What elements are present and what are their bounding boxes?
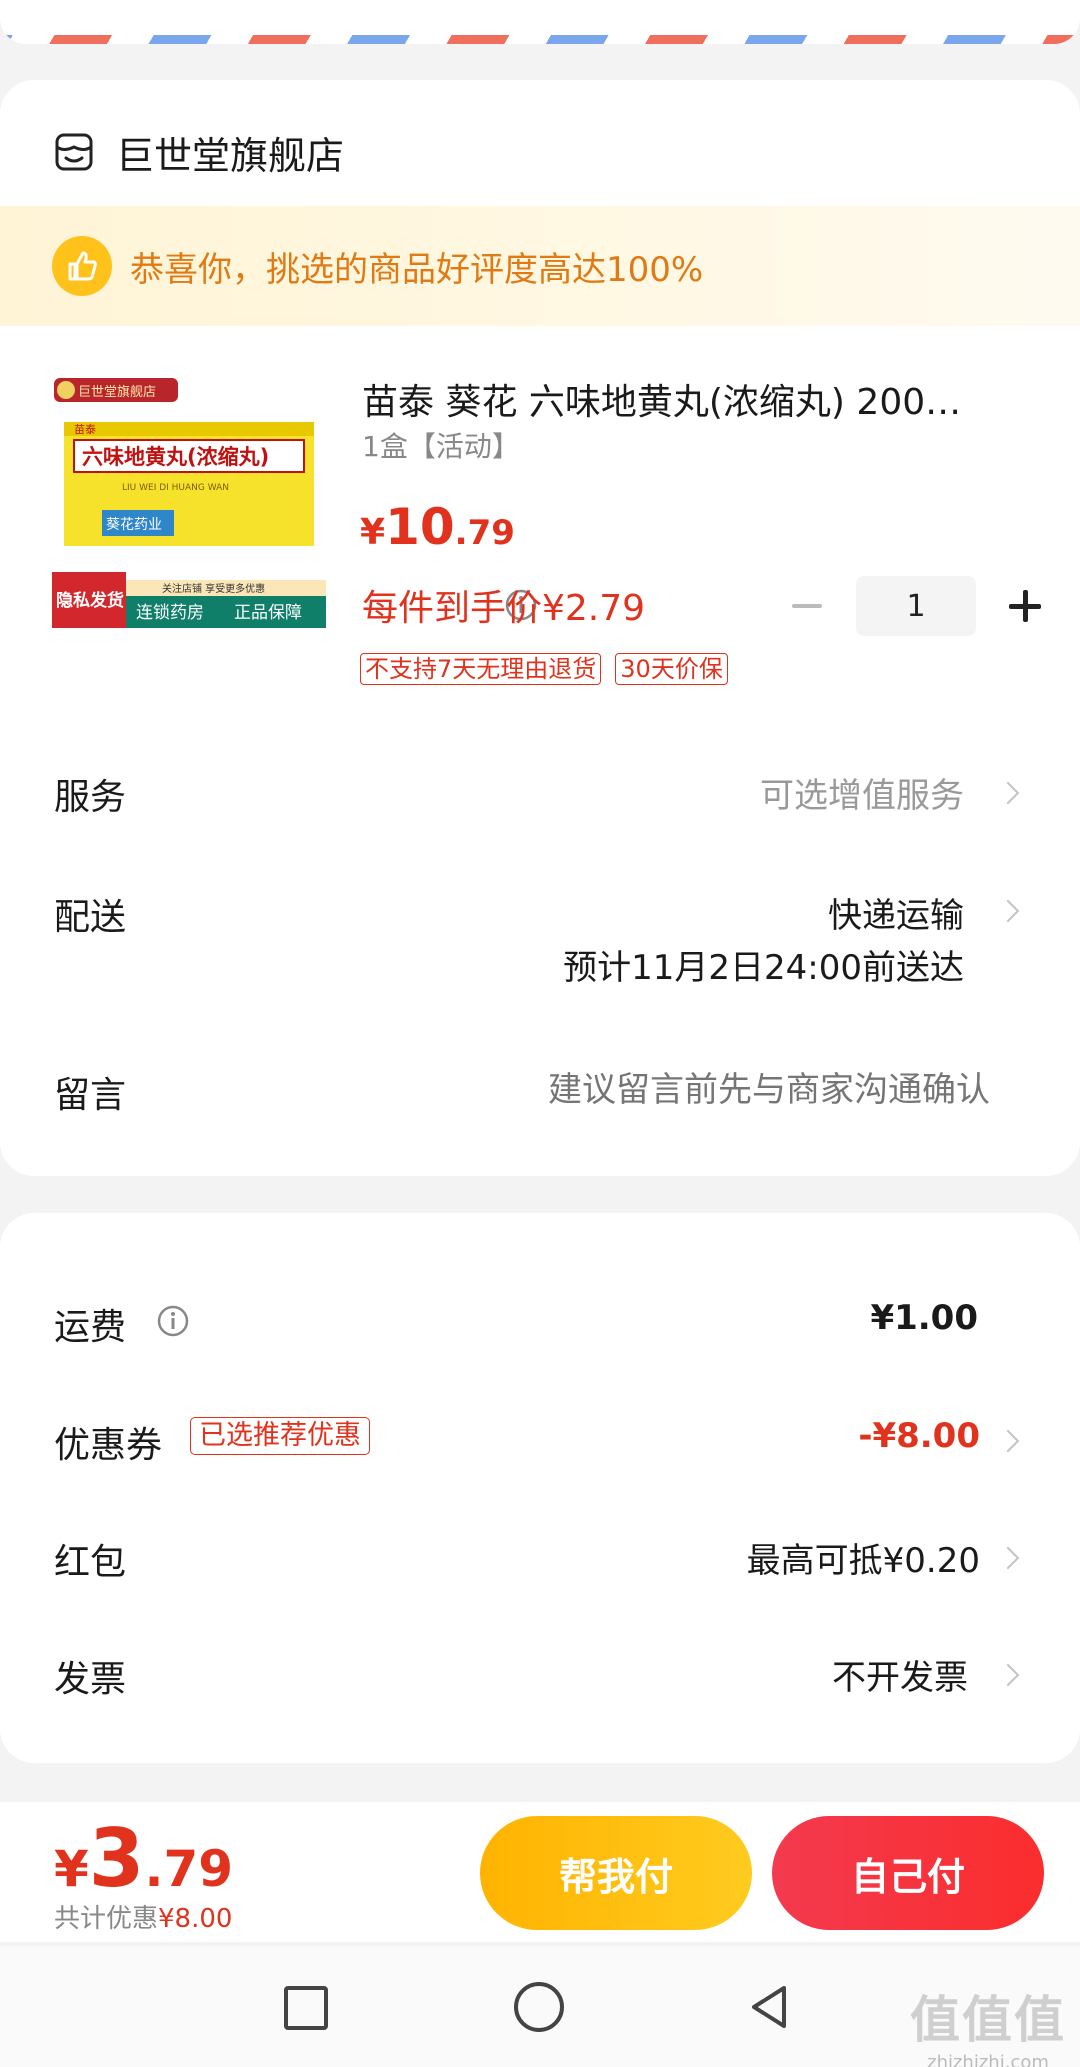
increase-button[interactable] [1000, 581, 1050, 631]
delivery-row[interactable]: 配送 快递运输 预计11月2日24:00前送达 [0, 878, 1080, 998]
praise-banner: 恭喜你，挑选的商品好评度高达100% [0, 206, 1080, 326]
order-item-card: 巨世堂旗舰店 恭喜你，挑选的商品好评度高达100% 巨世堂旗舰店 苗泰 六味地黄… [0, 80, 1080, 1176]
home-button[interactable] [514, 1982, 564, 2032]
back-button[interactable] [744, 1982, 794, 2032]
saved-label: 共计优惠 [54, 1904, 159, 1934]
message-row: 留言 [0, 1056, 1080, 1126]
quantity-stepper: 1 [782, 576, 1050, 636]
shop-header[interactable]: 巨世堂旗舰店 [54, 122, 344, 182]
shop-icon [55, 133, 93, 171]
airmail-stripe [0, 35, 1080, 44]
service-label: 服务 [54, 777, 127, 818]
product-image[interactable]: 巨世堂旗舰店 苗泰 六味地黄丸(浓缩丸) LIU WEI DI HUANG WA… [52, 370, 326, 644]
image-privacy: 隐私发货 [56, 590, 124, 611]
recent-apps-button[interactable] [284, 1986, 328, 2030]
watermark-logo: 值值值 [910, 1991, 1066, 2049]
image-box-maker: 葵花药业 [106, 517, 162, 533]
red-packet-row[interactable]: 红包 最高可抵¥0.20 [0, 1523, 1080, 1593]
chevron-right-icon [1004, 1428, 1018, 1454]
coupon-label: 优惠券 [54, 1425, 163, 1466]
shipping-info-icon[interactable] [156, 1304, 190, 1338]
chevron-right-icon [1004, 898, 1018, 924]
saved-amount: ¥8.00 [158, 1904, 233, 1934]
image-box-pinyin: LIU WEI DI HUANG WAN [122, 483, 229, 493]
invoice-row[interactable]: 发票 不开发票 [0, 1640, 1080, 1710]
shipping-fee-row: 运费 ¥1.00 [0, 1288, 1080, 1358]
shipping-label: 运费 [54, 1307, 127, 1348]
service-value: 可选增值服务 [760, 776, 964, 816]
delivery-label: 配送 [54, 897, 127, 938]
tag-no-return: 不支持7天无理由退货 [360, 653, 602, 685]
help-pay-button[interactable]: 帮我付 [480, 1816, 752, 1930]
chevron-right-icon [1004, 780, 1018, 806]
product-price: ¥ 10 .79 [360, 498, 515, 556]
coupon-selected-tag: 已选推荐优惠 [190, 1417, 370, 1455]
image-follow: 关注店铺 享受更多优惠 [162, 582, 265, 595]
message-label: 留言 [54, 1075, 127, 1116]
tag-price-protect: 30天价保 [615, 653, 728, 685]
image-chain: 连锁药房 [136, 603, 204, 623]
praise-text: 恭喜你，挑选的商品好评度高达100% [130, 249, 704, 290]
total-currency: ¥ [54, 1840, 89, 1898]
shop-name: 巨世堂旗舰店 [116, 133, 345, 178]
delivery-method: 快递运输 [828, 896, 964, 936]
image-genuine: 正品保障 [234, 603, 302, 623]
message-input[interactable] [430, 1062, 990, 1118]
red-packet-label: 红包 [54, 1542, 127, 1583]
service-row[interactable]: 服务 可选增值服务 [0, 758, 1080, 828]
site-watermark: 值值值 zhizhizhi.com [910, 1980, 1066, 2067]
image-badge-shop: 巨世堂旗舰店 [78, 384, 156, 400]
red-packet-value: 最高可抵¥0.20 [746, 1541, 980, 1581]
total-saved: 共计优惠¥8.00 [54, 1898, 232, 1935]
product-tags: 不支持7天无理由退货 30天价保 [360, 653, 742, 685]
price-decimal: .79 [454, 513, 515, 553]
chevron-right-icon [1004, 1545, 1018, 1571]
invoice-value: 不开发票 [832, 1658, 968, 1698]
price-currency: ¥ [360, 512, 386, 553]
unit-price: 每件到手价¥2.79 [362, 588, 646, 629]
coupon-value: -¥8.00 [858, 1416, 980, 1456]
watermark-url: zhizhizhi.com [927, 2052, 1049, 2067]
image-brand: 苗泰 [74, 422, 96, 436]
product-title[interactable]: 苗泰 葵花 六味地黄丸(浓缩丸) 200… [362, 373, 1002, 425]
image-box-title: 六味地黄丸(浓缩丸) [82, 445, 269, 469]
airmail-border [0, 0, 1080, 44]
invoice-label: 发票 [54, 1659, 127, 1700]
product-spec[interactable]: 1盒【活动】 [362, 425, 520, 465]
self-pay-button[interactable]: 自己付 [772, 1816, 1044, 1930]
decrease-button[interactable] [782, 581, 832, 631]
delivery-eta: 预计11月2日24:00前送达 [563, 948, 964, 988]
fee-summary-card: 运费 ¥1.00 优惠券 已选推荐优惠 -¥8.00 红包 最高可抵¥0.20 … [0, 1213, 1080, 1763]
shipping-value: ¥1.00 [870, 1298, 978, 1338]
price-integer: 10 [385, 498, 455, 556]
total-integer: 3 [88, 1812, 145, 1905]
total-decimal: .79 [144, 1840, 234, 1898]
thumbs-up-icon [52, 236, 112, 296]
total-price: ¥ 3 .79 [54, 1812, 233, 1905]
quantity-input[interactable]: 1 [856, 576, 976, 636]
coupon-row[interactable]: 优惠券 已选推荐优惠 -¥8.00 [0, 1406, 1080, 1476]
chevron-right-icon [1004, 1662, 1018, 1688]
checkout-bar: ¥ 3 .79 共计优惠¥8.00 帮我付 自己付 [0, 1802, 1080, 1942]
